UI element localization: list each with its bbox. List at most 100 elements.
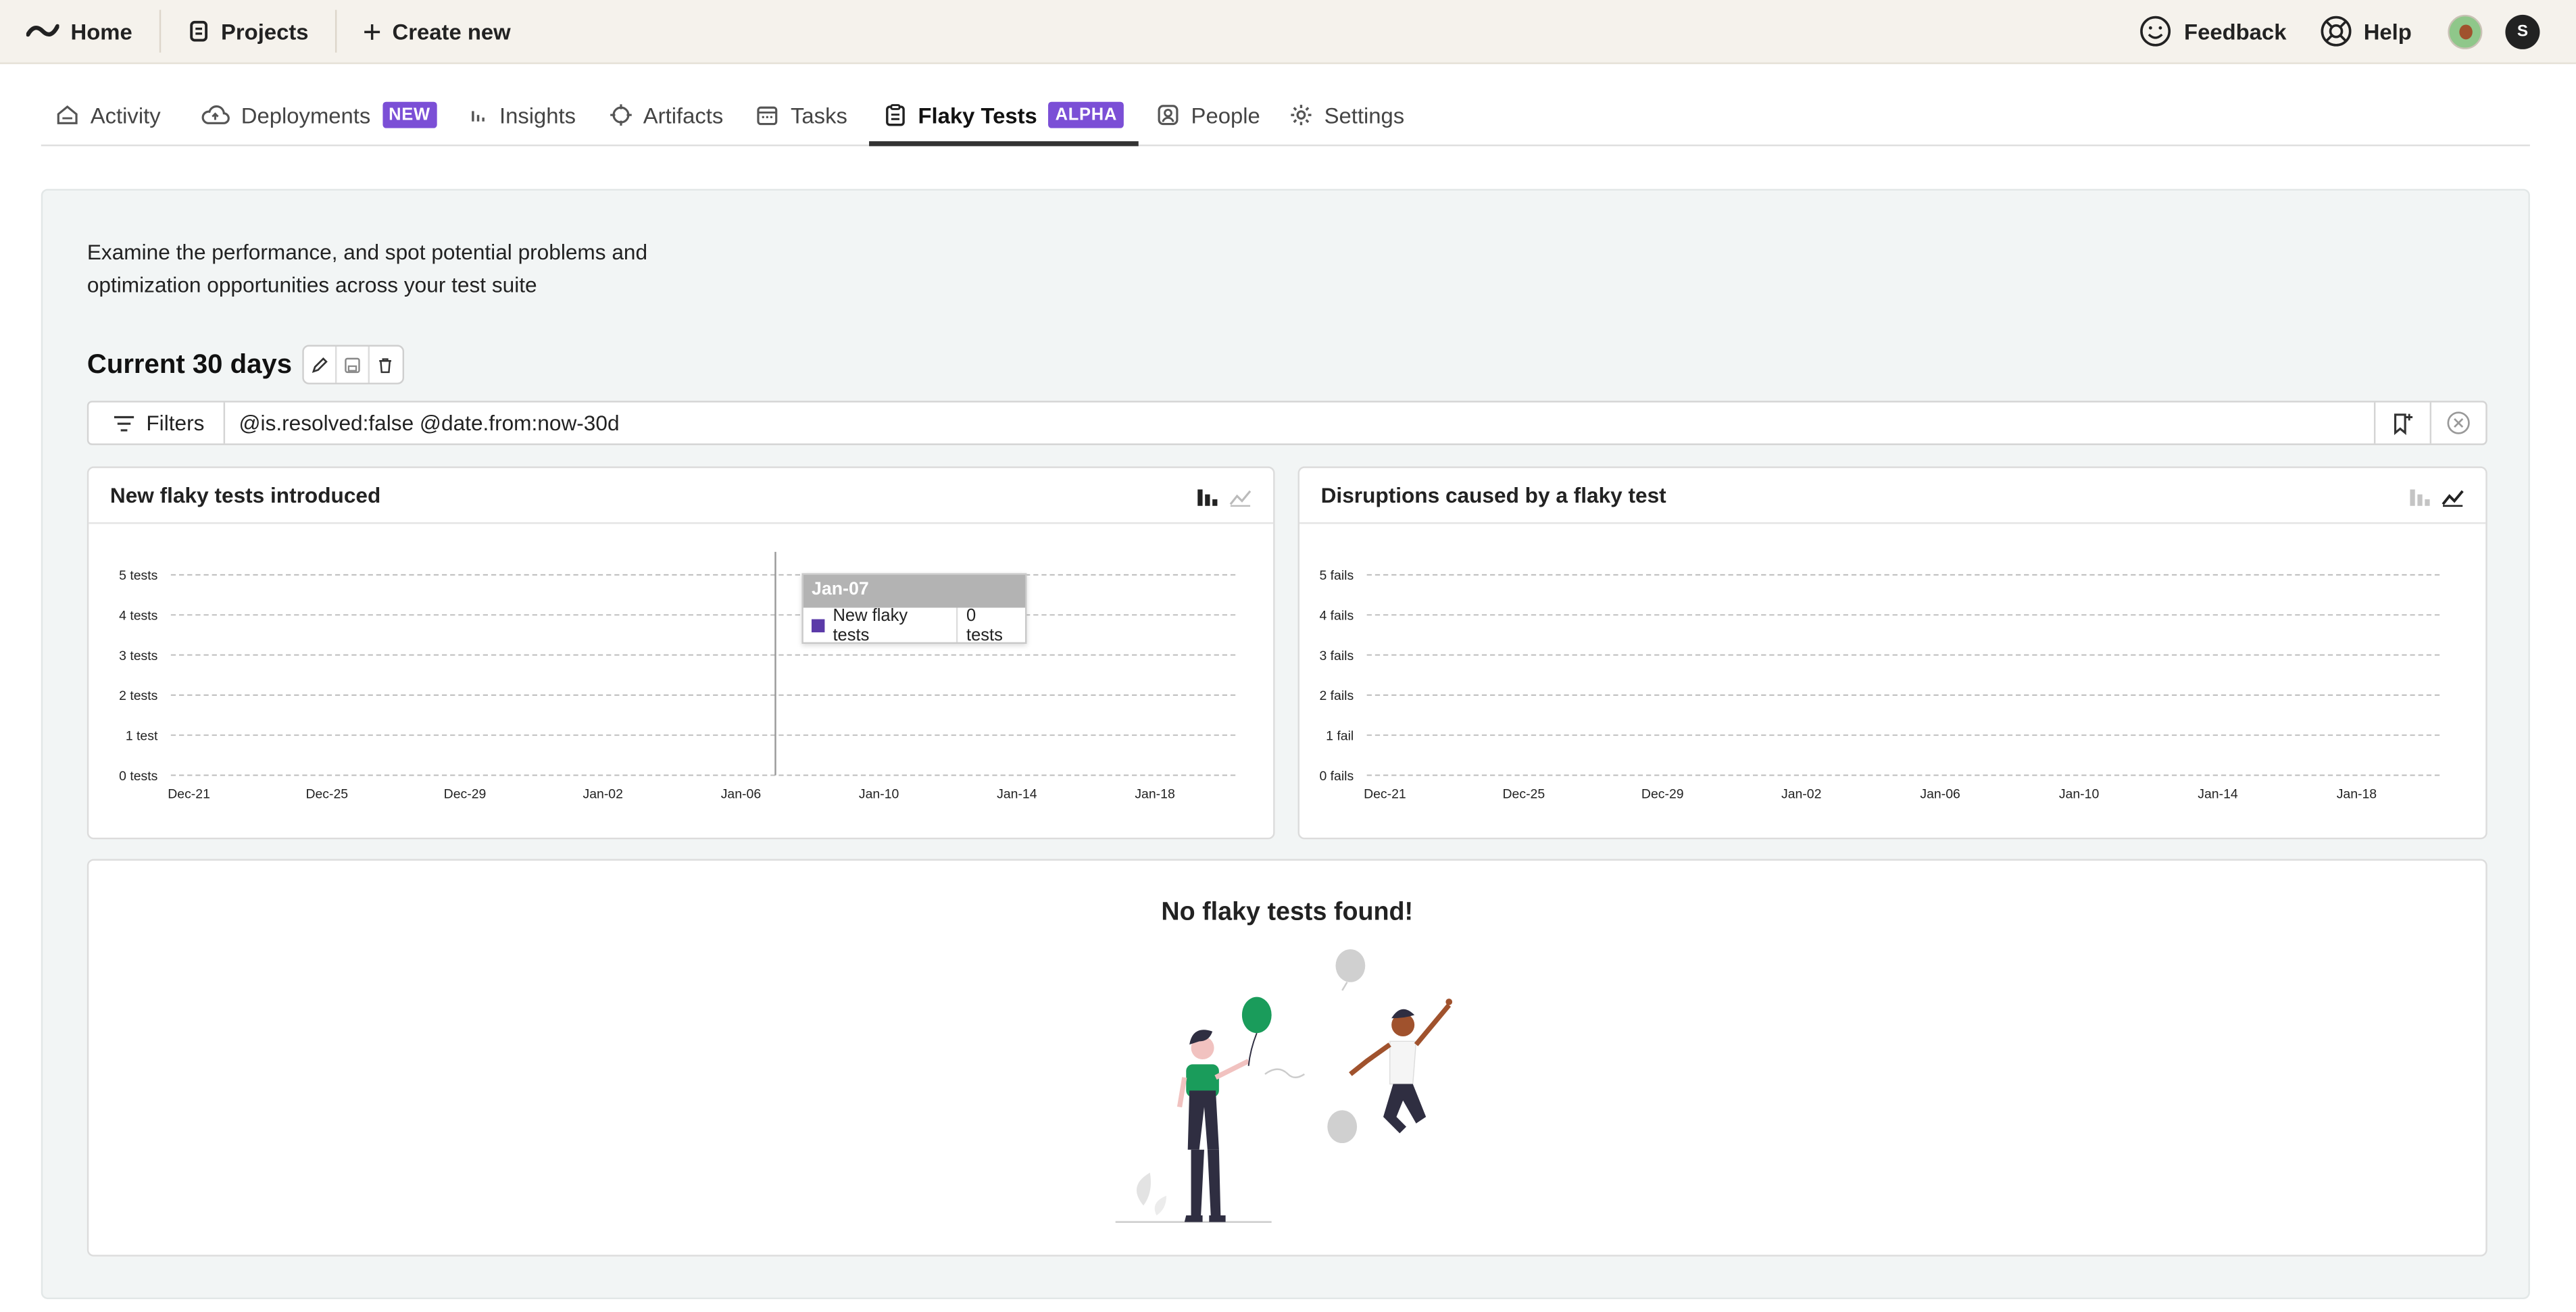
description-line: Examine the performance, and spot potent… — [86, 239, 648, 265]
new-flaky-tests-chart: 0 tests 1 test 2 tests 3 tests 4 tests 5 test… — [119, 551, 1239, 802]
tab-insights[interactable]: Insights — [455, 85, 591, 145]
clear-icon — [2447, 411, 2470, 434]
trash-icon — [379, 357, 392, 372]
save-filter-button[interactable] — [2373, 402, 2430, 444]
feedback-button[interactable]: Feedback — [2123, 0, 2303, 64]
tab-flaky-tests[interactable]: Flaky Tests ALPHA — [868, 85, 1139, 147]
chart-tooltip: Jan-07 New flaky tests 0 tests — [801, 573, 1027, 645]
new-badge: NEW — [382, 101, 437, 128]
user-initial: S — [2517, 22, 2529, 41]
chart-type-toggle — [1196, 484, 1252, 507]
projects-label: Projects — [221, 18, 309, 44]
y-tick-label: 5 tests — [119, 568, 158, 583]
description-line: optimization opportunities across your t… — [86, 272, 537, 298]
x-tick-label: Dec-29 — [1641, 787, 1684, 802]
chart-type-toggle — [2408, 484, 2464, 507]
tooltip-date: Jan-07 — [803, 574, 1026, 608]
cloud-icon — [201, 105, 230, 124]
pencil-icon — [312, 356, 328, 372]
y-tick-label: 2 fails — [1319, 688, 1354, 703]
home-link[interactable]: Home — [0, 0, 159, 64]
filters-label: Filters — [146, 410, 205, 436]
y-tick-label: 1 test — [126, 728, 158, 743]
artifact-icon — [609, 104, 631, 126]
project-tabs: Activity Deployments NEW Insights Artifa… — [41, 85, 2530, 147]
y-tick-label: 4 tests — [119, 608, 158, 623]
filters-button[interactable]: Filters — [89, 402, 226, 444]
chart-header: Disruptions caused by a flaky test — [1299, 468, 2486, 524]
x-tick-label: Jan-14 — [997, 787, 1037, 802]
tab-label: Deployments — [241, 102, 371, 128]
x-tick-label: Jan-02 — [583, 787, 622, 802]
help-button[interactable]: Help — [2303, 0, 2428, 64]
view-title: Current 30 days — [86, 349, 293, 379]
tab-label: Insights — [499, 102, 576, 128]
y-tick-label: 5 fails — [1319, 568, 1354, 583]
x-tick-label: Jan-18 — [2337, 787, 2377, 802]
tab-artifacts[interactable]: Artifacts — [594, 85, 738, 145]
y-tick-label: 2 tests — [119, 688, 158, 703]
x-tick-label: Jan-14 — [2198, 787, 2238, 802]
disruptions-chart-card: Disruptions caused by a flaky test 0 fai… — [1297, 466, 2487, 840]
alpha-badge: ALPHA — [1048, 101, 1124, 128]
tab-activity[interactable]: Activity — [41, 85, 176, 145]
filter-icon — [114, 415, 134, 431]
tab-settings[interactable]: Settings — [1275, 85, 1419, 145]
smiley-icon — [2141, 16, 2172, 47]
projects-link[interactable]: Projects — [160, 0, 335, 64]
y-tick-label: 3 tests — [119, 649, 158, 663]
user-avatar-image[interactable] — [2448, 14, 2483, 49]
tab-label: People — [1191, 102, 1260, 128]
save-icon — [344, 357, 360, 372]
tab-people[interactable]: People — [1142, 85, 1275, 145]
series-swatch — [811, 618, 825, 632]
filter-bar: Filters — [86, 401, 2487, 445]
x-tick-label: Dec-21 — [168, 787, 210, 802]
delete-view-button[interactable] — [369, 347, 402, 382]
logo-icon — [26, 24, 59, 37]
x-tick-label: Jan-10 — [859, 787, 899, 802]
save-view-button[interactable] — [337, 346, 370, 383]
feedback-label: Feedback — [2184, 18, 2287, 44]
x-tick-label: Dec-29 — [444, 787, 487, 802]
tab-label: Settings — [1324, 102, 1405, 128]
x-tick-label: Jan-06 — [1920, 787, 1960, 802]
clear-filter-button[interactable] — [2429, 402, 2486, 444]
tooltip-value: 0 tests — [966, 605, 1003, 645]
x-tick-label: Jan-10 — [2059, 787, 2100, 802]
page-description: Examine the performance, and spot potent… — [87, 236, 712, 302]
tab-label: Tasks — [791, 102, 847, 128]
filter-query-input[interactable] — [226, 402, 2374, 444]
home-label: Home — [70, 18, 132, 44]
tab-label: Flaky Tests — [918, 102, 1037, 128]
line-chart-icon[interactable] — [2442, 484, 2464, 507]
bar-chart-icon — [472, 111, 485, 122]
line-chart-icon[interactable] — [1229, 484, 1252, 507]
x-tick-label: Jan-06 — [721, 787, 761, 802]
help-label: Help — [2363, 18, 2412, 44]
person-icon — [1158, 105, 1179, 126]
tab-label: Artifacts — [643, 102, 724, 128]
saved-view-header: Current 30 days — [87, 345, 404, 384]
y-tick-label: 1 fail — [1326, 728, 1354, 743]
create-new-label: Create new — [392, 18, 511, 44]
plus-icon — [364, 23, 380, 39]
tab-tasks[interactable]: Tasks — [741, 85, 862, 145]
tab-label: Activity — [90, 102, 161, 128]
new-flaky-tests-chart-card: New flaky tests introduced 0 tests 1 test… — [86, 466, 1275, 840]
edit-view-button[interactable] — [303, 346, 337, 383]
calendar-icon — [758, 106, 778, 126]
bar-chart-icon[interactable] — [2408, 484, 2431, 507]
tooltip-row: New flaky tests 0 tests — [803, 605, 1025, 645]
tab-deployments[interactable]: Deployments NEW — [185, 85, 451, 145]
gear-icon — [1291, 105, 1312, 126]
chart-title: New flaky tests introduced — [109, 482, 381, 508]
bar-chart-icon[interactable] — [1196, 484, 1219, 507]
celebration-illustration — [1115, 949, 1453, 1223]
home-icon — [57, 105, 78, 124]
user-avatar[interactable]: S — [2505, 14, 2540, 49]
x-tick-label: Jan-02 — [1781, 787, 1821, 802]
create-new-button[interactable]: Create new — [337, 0, 537, 64]
x-tick-label: Jan-18 — [1135, 787, 1174, 802]
projects-icon — [189, 20, 207, 42]
